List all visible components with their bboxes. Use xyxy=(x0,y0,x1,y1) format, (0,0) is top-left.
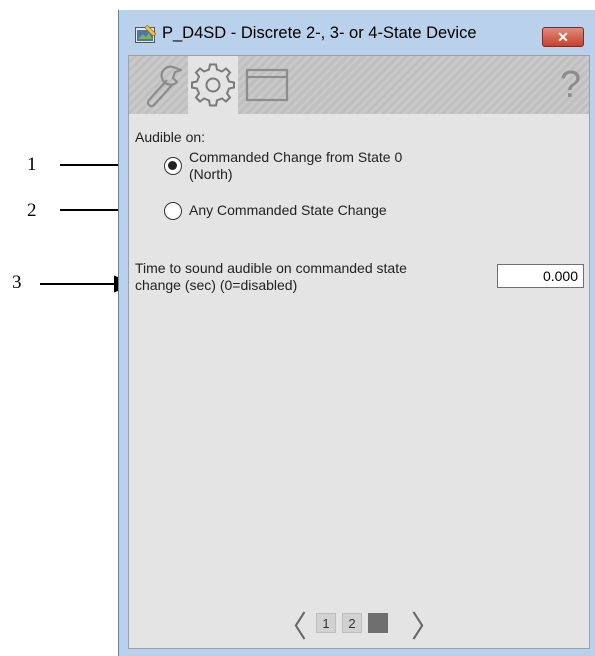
title-bar[interactable]: P_D4SD - Discrete 2-, 3- or 4-State Devi… xyxy=(119,10,595,54)
next-page-icon[interactable]: 〉 xyxy=(411,602,441,646)
radio-state0-label-line2: (North) xyxy=(189,166,233,182)
radio-state0-label-line1: Commanded Change from State 0 xyxy=(189,149,403,165)
faceplate-body: ? Audible on: Commanded Change from Stat… xyxy=(128,55,590,649)
tab-maintenance[interactable] xyxy=(137,58,187,112)
tab-toolbar: ? xyxy=(129,56,589,114)
audible-heading: Audible on: xyxy=(135,129,206,145)
faceplate-window: P_D4SD - Discrete 2-, 3- or 4-State Devi… xyxy=(118,10,595,656)
time-setting-label-line1: Time to sound audible on commanded state xyxy=(135,260,407,276)
prev-page-icon[interactable]: 〈 xyxy=(277,602,307,646)
callout-1-number: 1 xyxy=(27,154,37,175)
radio-selected-dot xyxy=(168,161,177,170)
page-1-button[interactable]: 1 xyxy=(316,613,336,633)
page-2-button[interactable]: 2 xyxy=(342,613,362,633)
close-button[interactable]: ✕ xyxy=(542,27,584,47)
tab-engineering[interactable] xyxy=(188,56,238,114)
radio-any-change-label: Any Commanded State Change xyxy=(189,202,387,218)
radio-any-change[interactable] xyxy=(164,202,182,220)
window-title: P_D4SD - Discrete 2-, 3- or 4-State Devi… xyxy=(162,24,477,42)
time-setting-label-line2: change (sec) (0=disabled) xyxy=(135,277,298,293)
audible-time-input[interactable]: 0.000 xyxy=(497,264,584,288)
tab-display[interactable] xyxy=(241,58,293,112)
gear-icon xyxy=(188,56,238,114)
faceplate-app-icon xyxy=(135,24,157,43)
radio-state0-change[interactable] xyxy=(164,157,182,175)
help-icon[interactable]: ? xyxy=(560,64,581,107)
wrench-icon xyxy=(137,58,187,112)
page-3-button[interactable]: 3 xyxy=(368,613,388,633)
window-icon xyxy=(241,58,293,112)
callout-2-number: 2 xyxy=(27,200,37,221)
callout-3-number: 3 xyxy=(12,272,22,293)
